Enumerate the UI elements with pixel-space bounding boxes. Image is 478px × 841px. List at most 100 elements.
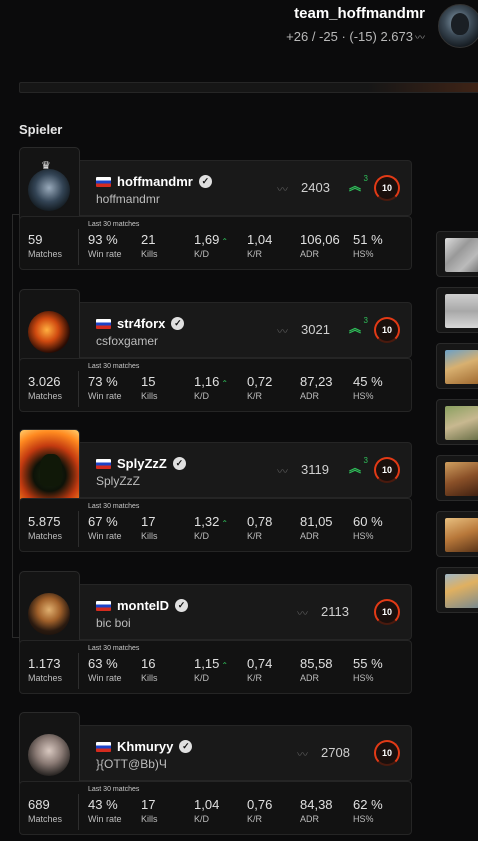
stat-adr-value: 87,23 (300, 374, 333, 389)
elo-trend-icon: 〰 (297, 749, 308, 761)
stat-kr-value: 0,74 (247, 656, 273, 671)
player-name[interactable]: Khmuryy (117, 739, 173, 754)
stat-kd-label: K/D (194, 391, 210, 401)
player-header[interactable]: monteID ✓ bic boi 〰 2113 10 (80, 584, 412, 640)
elo-value: 2708 (321, 745, 350, 760)
map-thumbnail[interactable] (436, 567, 478, 613)
map-thumbnail[interactable] (436, 511, 478, 557)
verified-icon: ✓ (198, 175, 212, 188)
player-card[interactable]: str4forx ✓ csfoxgamer 〰 3021 ︽ 3 10 Last 30 m… (19, 289, 412, 413)
stat-kd-label: K/D (194, 531, 210, 541)
stats-divider (78, 653, 79, 689)
stat-kr: 1,04 (247, 232, 272, 247)
verified-icon: ✓ (175, 599, 188, 612)
player-name[interactable]: SplyZzZ (117, 456, 167, 471)
stat-winrate: 73 % (88, 374, 118, 389)
stat-hs-label: HS% (353, 814, 374, 824)
stat-kr-label: K/R (247, 249, 263, 259)
stat-kr-label: K/R (247, 673, 263, 683)
player-stats: Last 30 matches 1.173 Matches 63 % Win rate… (19, 640, 412, 694)
player-header[interactable]: str4forx ✓ csfoxgamer 〰 3021 ︽ 3 10 (80, 302, 412, 358)
level-value: 10 (381, 325, 392, 335)
player-card[interactable]: ♛ hoffmandmr ✓ hoffmandmr 〰 2403 ︽ 3 10 Last … (19, 147, 412, 271)
flag-icon-ru (96, 600, 111, 611)
stats-divider (78, 371, 79, 407)
level-value: 10 (381, 607, 392, 617)
stat-kd: 1,04 (194, 797, 219, 812)
team-stats-text: +26 / -25 · (-15) 2.673 (286, 29, 413, 44)
stats-divider (78, 229, 79, 265)
elo-trend-icon: 〰 (297, 608, 308, 620)
stat-kd-value: 1,15 (194, 656, 220, 671)
stat-matches-value: 3.026 (28, 374, 61, 389)
streak-count: 3 (363, 456, 368, 465)
trend-icon: 〰 (415, 33, 425, 44)
player-nickname: csfoxgamer (96, 334, 159, 348)
player-name[interactable]: monteID (117, 598, 169, 613)
player-header[interactable]: hoffmandmr ✓ hoffmandmr 〰 2403 ︽ 3 10 (80, 160, 412, 216)
player-nickname: hoffmandmr (96, 192, 160, 206)
faceit-level-icon: 10 (374, 599, 400, 625)
player-avatar-fire (28, 311, 70, 353)
player-nickname: SplyZzZ (96, 474, 141, 488)
streak-count: 3 (363, 174, 368, 183)
stat-kr-label: K/R (247, 814, 263, 824)
player-card[interactable]: SplyZzZ ✓ SplyZzZ 〰 3119 ︽ 3 10 Last 30 match… (19, 429, 412, 553)
stat-winrate-label: Win rate (88, 391, 122, 401)
stat-kills: 17 (141, 514, 155, 529)
player-card[interactable]: Khmuryy ✓ }{OTT@Bb)Ч 〰 2708 10 Last 30 matc… (19, 712, 412, 836)
stat-adr-label: ADR (300, 249, 320, 259)
stat-kd-label: K/D (194, 673, 210, 683)
map-thumbnail[interactable] (436, 287, 478, 333)
stat-matches: 5.875 (28, 514, 61, 529)
player-avatar-portrait (28, 734, 70, 776)
team-name[interactable]: team_hoffmandmr (294, 5, 425, 22)
map-thumbnail[interactable] (436, 343, 478, 389)
stat-hs-value: 60 % (353, 514, 383, 529)
stat-kills-label: Kills (141, 673, 158, 683)
player-avatar-mask (28, 593, 70, 635)
player-name[interactable]: str4forx (117, 316, 165, 331)
stat-hs-label: HS% (353, 391, 374, 401)
kd-up-arrow-icon: ⌃ (221, 237, 229, 246)
stat-kills-value: 17 (141, 797, 156, 812)
flag-icon-ru (96, 318, 111, 329)
stat-kd-value: 1,04 (194, 797, 220, 812)
stat-kills-value: 17 (141, 514, 156, 529)
stat-adr-label: ADR (300, 814, 320, 824)
stat-matches-label: Matches (28, 814, 63, 824)
player-header[interactable]: SplyZzZ ✓ SplyZzZ 〰 3119 ︽ 3 10 (80, 442, 412, 498)
kd-up-arrow-icon: ⌃ (221, 519, 229, 528)
stat-kr-value: 0,72 (247, 374, 273, 389)
stat-winrate-value: 67 % (88, 514, 118, 529)
player-name[interactable]: hoffmandmr (117, 174, 193, 189)
streak-chevron-icon: ︽ 3 (349, 174, 368, 193)
player-card[interactable]: monteID ✓ bic boi 〰 2113 10 Last 30 matches… (19, 571, 412, 695)
stat-kr-label: K/R (247, 531, 263, 541)
stat-kr-value: 1,04 (247, 232, 273, 247)
player-header[interactable]: Khmuryy ✓ }{OTT@Bb)Ч 〰 2708 10 (80, 725, 412, 781)
level-value: 10 (381, 748, 392, 758)
last30-label: Last 30 matches (88, 786, 140, 793)
verified-icon: ✓ (179, 740, 193, 753)
stat-winrate-value: 73 % (88, 374, 118, 389)
stat-winrate-label: Win rate (88, 814, 122, 824)
player-avatar-burst (40, 454, 62, 486)
stat-kd: 1,69 ⌃ (194, 232, 228, 247)
stat-hs-value: 55 % (353, 656, 383, 671)
stat-matches-value: 689 (28, 797, 50, 812)
faceit-level-icon: 10 (374, 740, 400, 766)
stat-kills-value: 16 (141, 656, 156, 671)
stat-kills: 15 (141, 374, 155, 389)
flag-icon-ru (96, 741, 111, 752)
team-avatar[interactable] (438, 4, 478, 48)
stat-kd: 1,32 ⌃ (194, 514, 228, 529)
map-thumbnail[interactable] (436, 231, 478, 277)
stat-winrate: 67 % (88, 514, 118, 529)
stat-matches: 689 (28, 797, 50, 812)
stat-winrate-value: 93 % (88, 232, 118, 247)
stat-matches-label: Matches (28, 531, 63, 541)
stat-kd: 1,15 ⌃ (194, 656, 228, 671)
map-thumbnail[interactable] (436, 399, 478, 445)
map-thumbnail[interactable] (436, 455, 478, 501)
